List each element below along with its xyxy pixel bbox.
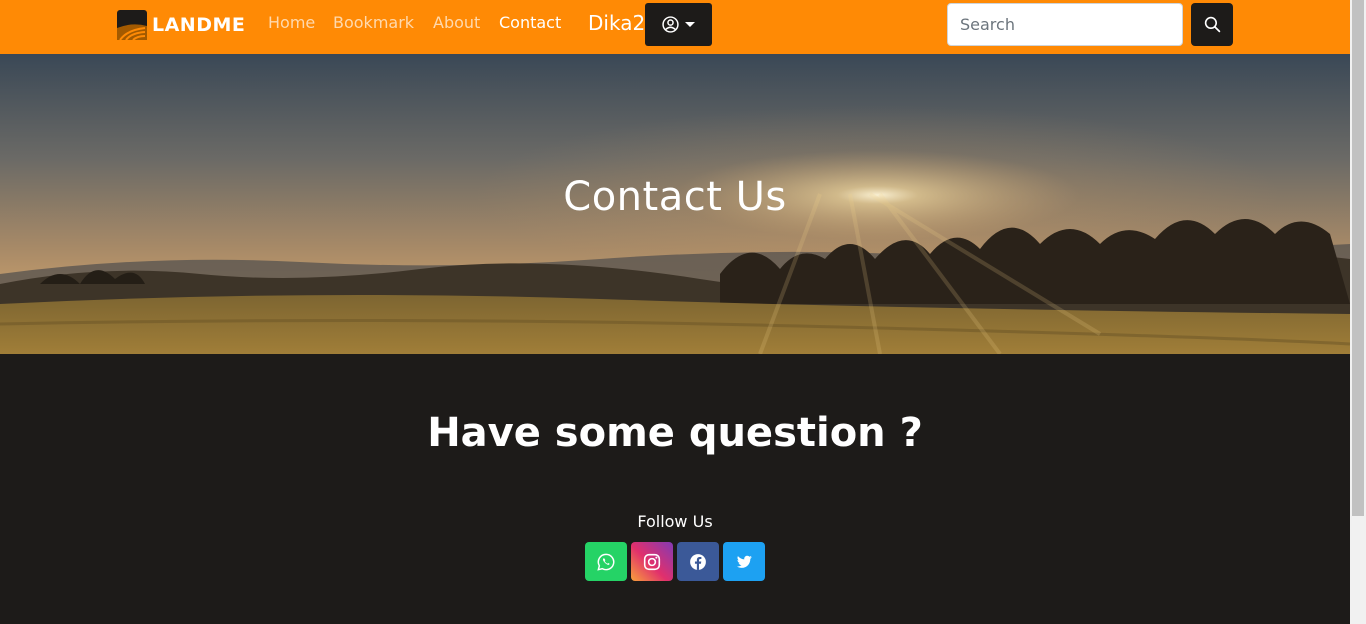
brand-link[interactable]: LANDME	[117, 10, 245, 40]
facebook-button[interactable]	[677, 542, 719, 581]
instagram-icon	[643, 553, 661, 570]
user-menu-button[interactable]	[645, 3, 712, 46]
follow-us-label: Follow Us	[637, 512, 713, 531]
nav-contact[interactable]: Contact	[499, 13, 561, 32]
hero-banner: Contact Us	[0, 54, 1350, 354]
brand-name: LANDME	[152, 14, 246, 36]
user-circle-icon	[662, 16, 679, 33]
username: Dika2	[588, 11, 646, 35]
twitter-button[interactable]	[723, 542, 765, 581]
chevron-down-icon	[685, 22, 695, 27]
search-icon	[1204, 16, 1220, 33]
question-heading: Have some question ?	[427, 410, 923, 456]
instagram-button[interactable]	[631, 542, 673, 581]
nav-home[interactable]: Home	[268, 13, 315, 32]
social-links	[585, 542, 765, 581]
twitter-icon	[737, 555, 752, 568]
landme-logo-icon	[117, 10, 147, 40]
nav-bookmark[interactable]: Bookmark	[333, 13, 414, 32]
whatsapp-button[interactable]	[585, 542, 627, 581]
search-input[interactable]	[947, 3, 1183, 46]
search-button[interactable]	[1191, 3, 1233, 46]
whatsapp-icon	[597, 553, 615, 571]
scrollbar-thumb[interactable]	[1352, 0, 1364, 516]
contact-section: Have some question ? Follow Us	[0, 354, 1350, 624]
navbar: LANDME Home Bookmark About Contact Dika2	[0, 0, 1350, 54]
facebook-icon	[690, 553, 706, 570]
page-title: Contact Us	[563, 174, 787, 220]
nav-about[interactable]: About	[433, 13, 480, 32]
